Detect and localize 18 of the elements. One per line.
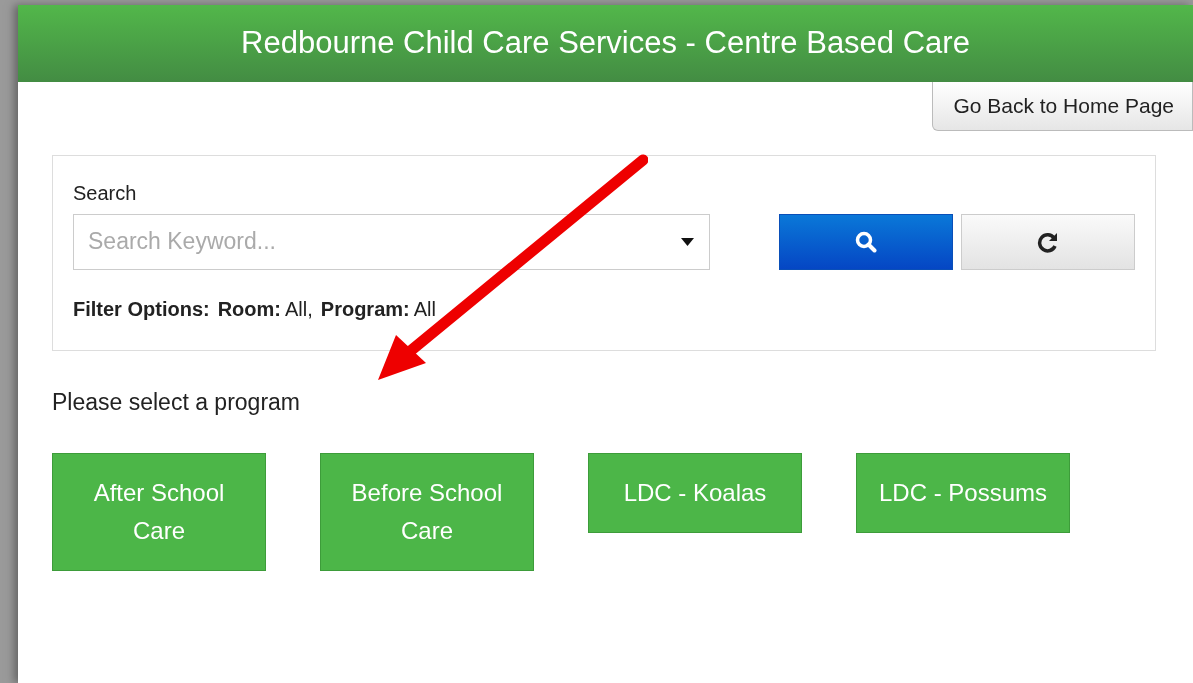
filter-name: Room: xyxy=(217,297,281,320)
program-button[interactable]: After School Care xyxy=(52,453,266,571)
home-page-button[interactable]: Go Back to Home Page xyxy=(932,82,1193,131)
filter-value: All xyxy=(413,297,436,320)
program-button[interactable]: LDC - Possums xyxy=(856,453,1070,533)
program-button[interactable]: LDC - Koalas xyxy=(588,453,802,533)
refresh-icon xyxy=(1037,230,1060,253)
caret-icon xyxy=(680,237,694,246)
page-title: Redbourne Child Care Services - Centre Based Care xyxy=(241,24,970,63)
program-button[interactable]: Before School Care xyxy=(320,453,534,571)
filter-value: All, xyxy=(285,297,313,320)
search-button[interactable] xyxy=(778,213,954,270)
filter-name: Program: xyxy=(320,297,410,320)
search-label: Search xyxy=(73,180,138,206)
filter-label: Filter Options: xyxy=(73,297,210,320)
instruction-text: Please select a program xyxy=(52,387,301,417)
search-icon xyxy=(854,230,877,253)
search-field[interactable]: Search Keyword... xyxy=(73,213,710,270)
